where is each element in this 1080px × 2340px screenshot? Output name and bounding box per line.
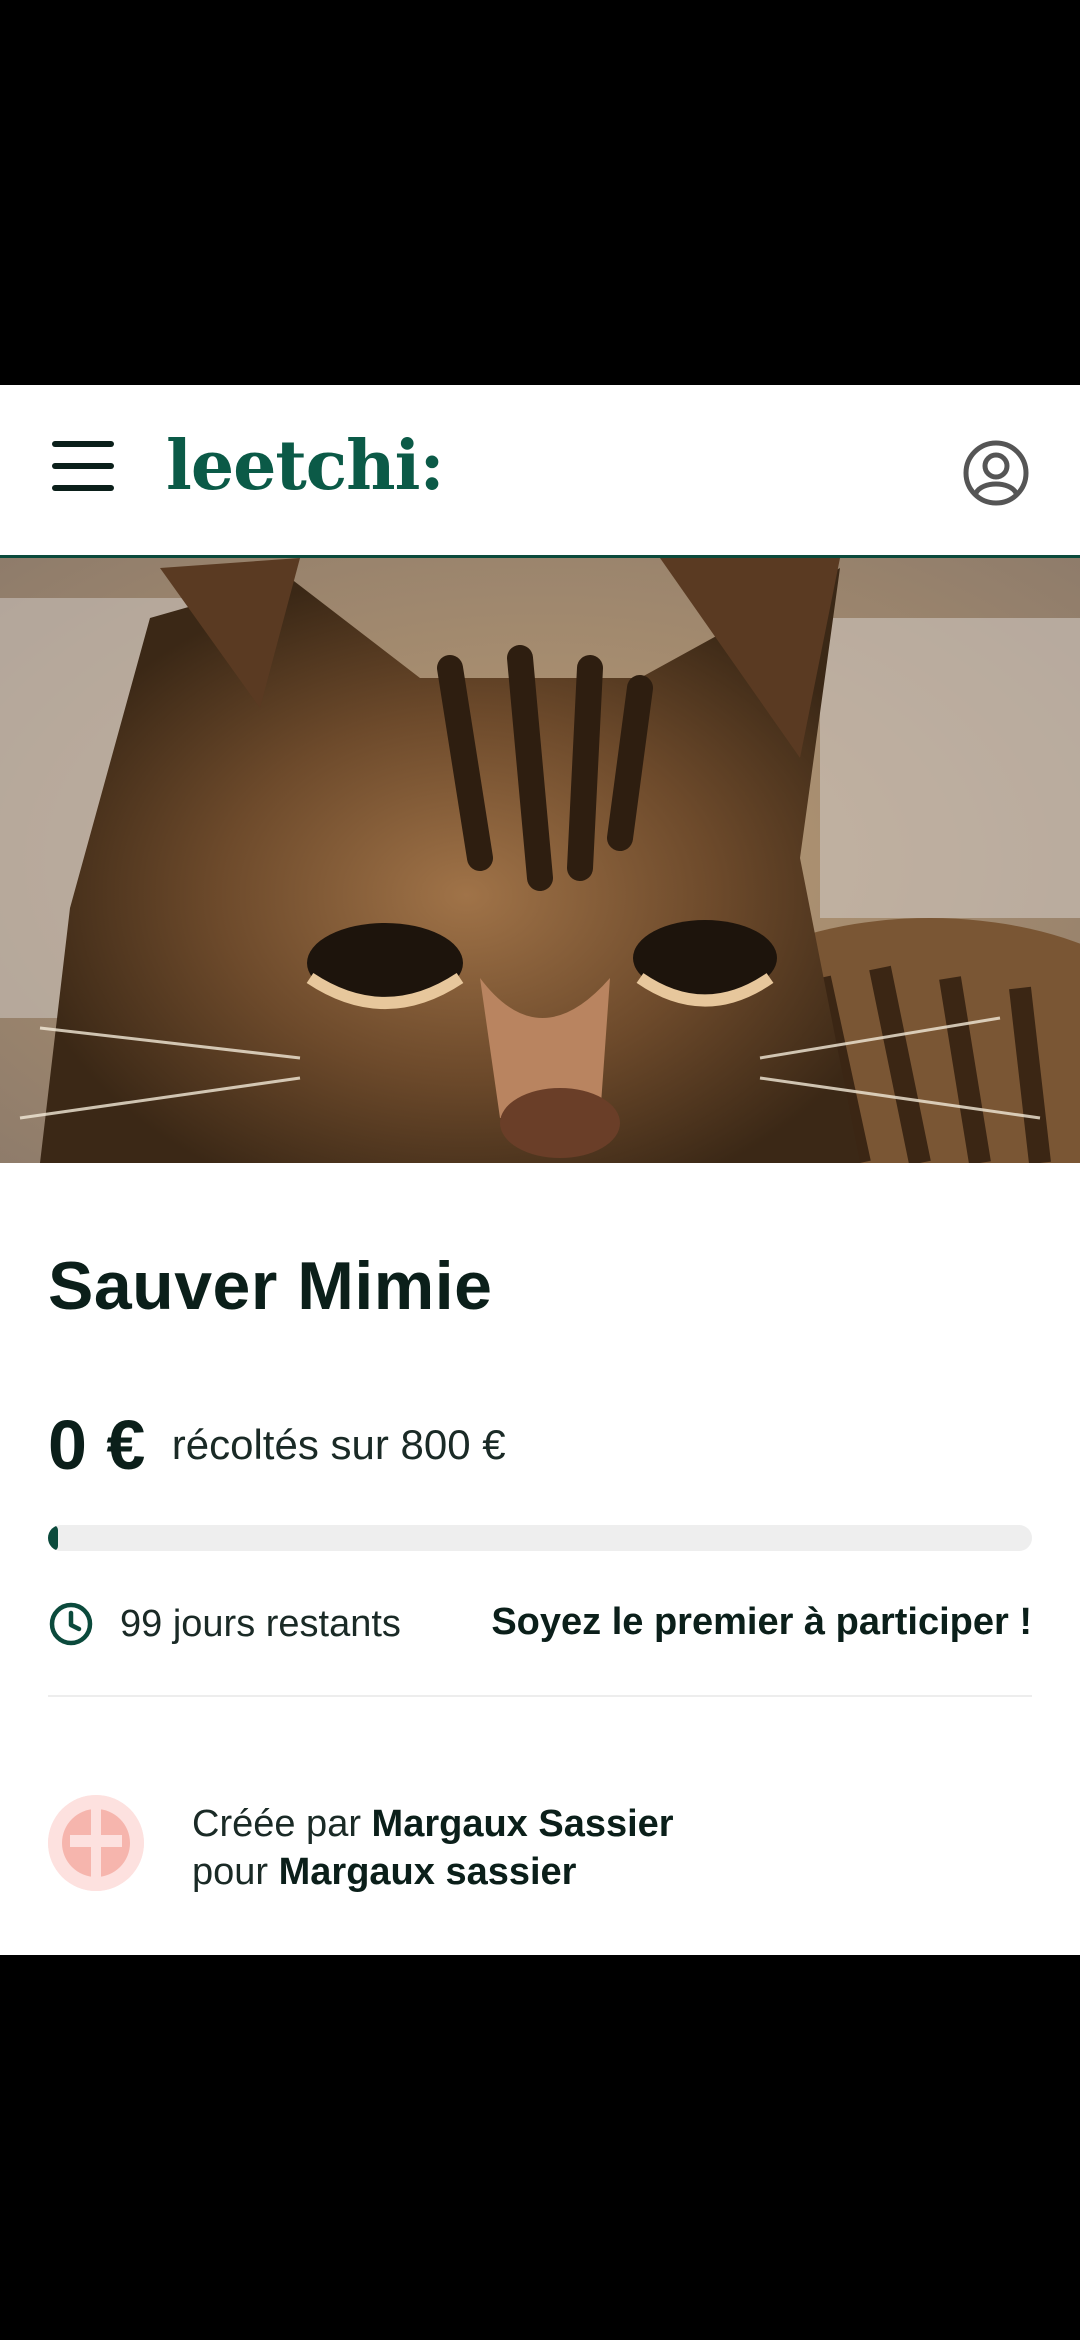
beneficiary-name-link[interactable]: Margaux sassier [279,1851,577,1893]
campaign-meta: 99 jours restants Soyez le premier à par… [48,1595,1032,1655]
beneficiary-prefix: pour [192,1851,269,1893]
creator-avatar[interactable] [48,1795,144,1891]
progress-fill [48,1525,58,1551]
days-remaining: 99 jours restants [120,1603,401,1645]
amount-raised: 0 € récoltés sur 800 € [48,1405,506,1485]
creator-name-link[interactable]: Margaux Sassier [372,1803,674,1845]
status-bar-area [0,0,1080,385]
amount-goal-text: récoltés sur 800 € [171,1421,506,1468]
top-navigation-bar: leetchi: [0,385,1080,558]
campaign-title: Sauver Mimie [48,1248,493,1324]
participate-cta[interactable]: Soyez le premier à participer ! [491,1601,1032,1644]
campaign-cover-image [0,558,1080,1163]
app-screen: leetchi: Sauver Mimie 0 € récoltés sur 8… [0,385,1080,1955]
created-by-prefix: Créée par [192,1803,361,1845]
funding-progress-bar [48,1525,1032,1551]
hamburger-menu-icon[interactable] [52,441,114,493]
user-circle-icon[interactable] [962,439,1030,507]
creator-info: Créée par Margaux Sassier pour Margaux s… [48,1790,1032,1900]
creator-text: Créée par Margaux Sassier pour Margaux s… [192,1800,674,1896]
divider [48,1695,1032,1697]
navigation-bar-area [0,1955,1080,2340]
amount-value: 0 € [48,1406,146,1484]
clock-icon [49,1602,93,1646]
leetchi-logo[interactable]: leetchi: [166,421,445,511]
